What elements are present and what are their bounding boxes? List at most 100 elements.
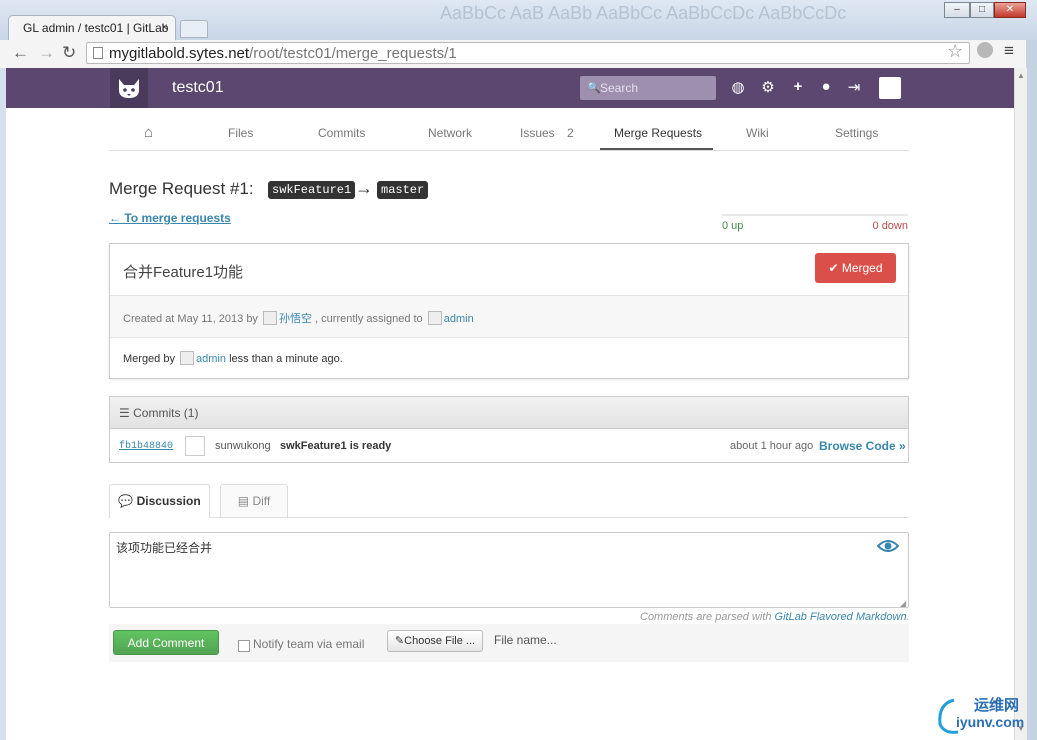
resize-handle-icon[interactable]: ◢	[900, 599, 906, 608]
url-host: mygitlabold.sytes.net	[109, 45, 250, 62]
search-input[interactable]: 🔍 Search	[580, 76, 716, 100]
target-branch-label: master	[377, 181, 429, 199]
nav-wiki[interactable]: Wiki	[746, 126, 769, 140]
scroll-up-icon[interactable]: ▲	[1017, 71, 1025, 80]
nav-files[interactable]: Files	[228, 126, 253, 140]
assignee-avatar	[427, 311, 442, 325]
preview-eye-icon[interactable]	[877, 539, 899, 553]
votes-down: 0 down	[872, 220, 908, 232]
extension-globe-icon[interactable]	[977, 42, 993, 58]
bookmark-star-icon[interactable]: ☆	[947, 41, 963, 62]
browser-tab[interactable]: GL admin / testc01 | GitLab ×	[8, 15, 176, 40]
nav-settings[interactable]: Settings	[835, 126, 878, 140]
merge-request-name: 合并Feature1功能	[123, 264, 244, 281]
add-comment-button[interactable]: Add Comment	[113, 630, 219, 655]
votes-bar: 0 up 0 down	[722, 214, 908, 234]
browser-tab-title: GL admin / testc01 | GitLab	[23, 21, 169, 35]
nav-issues-count: 2	[567, 126, 574, 140]
comment-textarea[interactable]: 该项功能已经合并 ◢	[109, 532, 909, 608]
menu-icon[interactable]: ≡	[1004, 41, 1014, 61]
notify-checkbox[interactable]	[238, 640, 250, 652]
merged-by-label: Merged by	[123, 353, 175, 365]
tab-discussion-label: Discussion	[136, 494, 201, 508]
plus-icon[interactable]: +	[789, 78, 807, 95]
reload-icon[interactable]: ↻	[62, 43, 76, 63]
gitlab-logo[interactable]	[110, 68, 148, 108]
admin-gears-icon[interactable]: ⚙	[759, 78, 777, 96]
diff-icon: ▤	[237, 494, 250, 508]
markdown-note-suffix: .	[906, 611, 910, 623]
close-window-button[interactable]: ✕	[994, 2, 1026, 18]
assigned-text: , currently assigned to	[315, 313, 423, 325]
merged-status-button[interactable]: ✔ Merged	[815, 253, 896, 283]
logout-icon[interactable]: ⇥	[845, 78, 863, 96]
merged-by-info: Merged by admin less than a minute ago.	[123, 351, 343, 365]
commits-box: ☰ Commits (1) fb1b48840 sunwukong swkFea…	[109, 396, 909, 463]
page-icon	[93, 47, 103, 59]
markdown-link[interactable]: GitLab Flavored Markdown	[775, 611, 907, 623]
tab-discussion[interactable]: 💬 Discussion	[109, 484, 210, 518]
forward-arrow-icon[interactable]: →	[38, 43, 55, 63]
avatar[interactable]	[879, 77, 901, 99]
address-bar[interactable]: mygitlabold.sytes.net/root/testc01/merge…	[86, 42, 970, 64]
commits-header: ☰ Commits (1)	[110, 397, 908, 429]
browse-code-link[interactable]: Browse Code »	[819, 439, 906, 453]
nav-commits[interactable]: Commits	[318, 126, 365, 140]
created-text: Created at May 11, 2013 by	[123, 313, 258, 325]
votes-up: 0 up	[722, 220, 744, 232]
gitlab-header: testc01 🔍 Search ◍ ⚙ + ● ⇥	[6, 68, 1014, 108]
minimize-button[interactable]: –	[944, 2, 970, 18]
back-arrow-icon[interactable]: ←	[12, 43, 29, 63]
created-info: Created at May 11, 2013 by 孙悟空 , current…	[123, 310, 474, 326]
merge-request-meta: Created at May 11, 2013 by 孙悟空 , current…	[110, 295, 908, 338]
merge-request-box: 合并Feature1功能 ✔ Merged Created at May 11,…	[109, 243, 909, 379]
merger-link[interactable]: admin	[196, 353, 226, 365]
commit-sha-link[interactable]: fb1b48840	[119, 441, 173, 452]
url-path: /root/testc01/merge_requests/1	[249, 45, 457, 62]
comment-text: 该项功能已经合并	[116, 541, 213, 555]
globe-icon[interactable]: ◍	[729, 78, 747, 96]
tab-diff[interactable]: ▤ Diff	[220, 484, 288, 517]
scrollbar[interactable]: ▲ ▼	[1014, 68, 1027, 740]
user-icon[interactable]: ●	[817, 78, 835, 95]
nav-issues[interactable]: Issues	[520, 126, 555, 140]
assignee-link[interactable]: admin	[444, 313, 474, 325]
merged-time: less than a minute ago.	[229, 353, 343, 365]
commit-message: swkFeature1 is ready	[280, 440, 392, 452]
notify-label: Notify team via email	[253, 637, 365, 651]
browser-titlebar: GL admin / testc01 | GitLab × AaBbCc AaB…	[0, 0, 1037, 40]
choose-file-button[interactable]: ✎Choose File ...	[387, 630, 483, 652]
author-avatar	[263, 311, 277, 325]
watermark-line1: 运维网	[974, 697, 1020, 714]
markdown-note-prefix: Comments are parsed with	[640, 611, 772, 623]
tab-diff-label: Diff	[252, 494, 271, 508]
markdown-note: Comments are parsed with GitLab Flavored…	[640, 611, 910, 623]
discussion-tabs: 💬 Discussion ▤ Diff	[109, 484, 909, 518]
window-frame-right	[1026, 40, 1037, 740]
nav-network[interactable]: Network	[428, 126, 472, 140]
project-name[interactable]: testc01	[172, 79, 224, 97]
commits-title: ☰ Commits (1)	[119, 406, 198, 420]
commit-author: sunwukong	[215, 440, 271, 452]
commits-header-text: Commits (1)	[133, 406, 199, 420]
background-ribbon-text: AaBbCc AaB AaBb AaBbCc AaBbCcDc AaBbCcDc	[440, 3, 847, 23]
author-link[interactable]: 孙悟空	[279, 313, 312, 325]
file-name-label: File name...	[494, 633, 557, 647]
commit-avatar	[185, 436, 205, 456]
gitlab-cat-icon	[119, 79, 139, 98]
new-tab-button[interactable]	[180, 20, 208, 38]
page-title: Merge Request #1:	[109, 179, 254, 198]
url-text: mygitlabold.sytes.net/root/testc01/merge…	[109, 45, 457, 62]
tab-close-icon[interactable]: ×	[161, 20, 168, 34]
list-icon: ☰	[119, 406, 130, 420]
watermark-line2: iyunv.com	[956, 714, 1025, 730]
back-to-merge-requests-link[interactable]: ← To merge requests	[109, 211, 231, 225]
merger-avatar	[180, 351, 195, 365]
browser-toolbar: ← → ↻ mygitlabold.sytes.net/root/testc01…	[0, 40, 1026, 69]
watermark: 运维网 iyunv.com	[934, 696, 1032, 736]
maximize-button[interactable]: □	[970, 2, 994, 18]
search-icon: 🔍	[587, 82, 601, 94]
nav-merge-requests[interactable]: Merge Requests	[614, 126, 702, 140]
home-icon[interactable]: ⌂	[144, 124, 153, 141]
source-branch-label: swkFeature1	[268, 181, 356, 199]
